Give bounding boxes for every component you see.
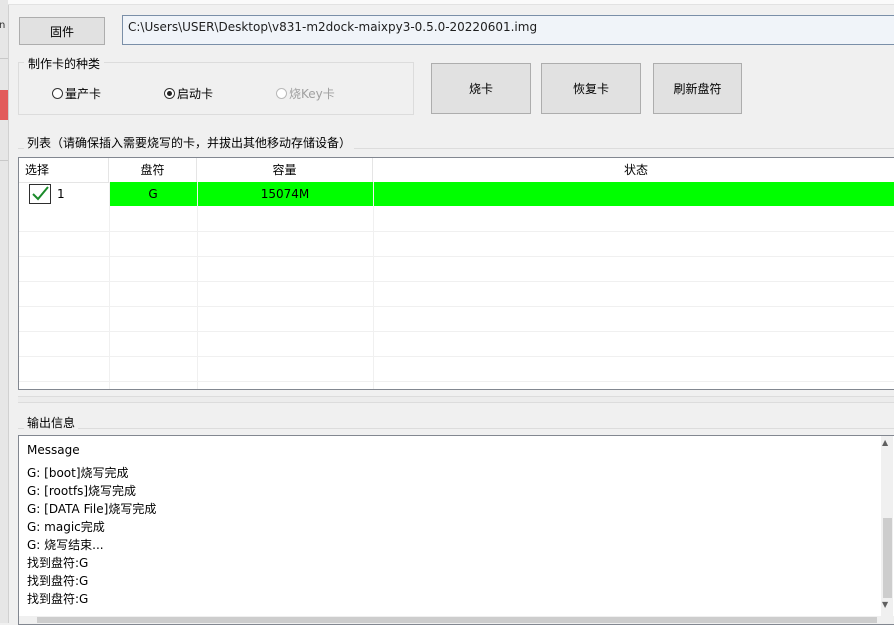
table-row[interactable]: 1 G 15074M — [19, 182, 894, 206]
log-line: 找到盘符:G — [27, 556, 89, 570]
radio-boot-card[interactable]: 启动卡 — [164, 85, 213, 102]
log-line: G: magic完成 — [27, 520, 105, 534]
card-type-title: 制作卡的种类 — [24, 55, 105, 72]
output-log[interactable]: Message G: [boot]烧写完成 G: [rootfs]烧写完成 G:… — [18, 435, 894, 625]
panel-splitter[interactable] — [18, 396, 894, 403]
row-index: 1 — [57, 187, 65, 201]
column-header-select[interactable]: 选择 — [19, 158, 109, 182]
log-line: G: [boot]烧写完成 — [27, 466, 129, 480]
restore-card-button[interactable]: 恢复卡 — [541, 63, 641, 114]
capacity-cell: 15074M — [197, 182, 373, 206]
log-line: G: [DATA File]烧写完成 — [27, 502, 157, 516]
column-header-capacity[interactable]: 容量 — [197, 158, 373, 182]
radio-indicator — [52, 88, 63, 99]
radio-key-card: 烧Key卡 — [276, 85, 335, 102]
log-line: 找到盘符:G — [27, 592, 89, 606]
adjacent-window-edge: n — [0, 0, 9, 623]
checkmark-icon — [32, 186, 49, 201]
output-title: 输出信息 — [24, 414, 79, 431]
radio-label: 启动卡 — [177, 87, 214, 101]
column-header-drive[interactable]: 盘符 — [109, 158, 197, 182]
log-line: Message — [27, 443, 80, 457]
burn-card-button[interactable]: 烧卡 — [431, 63, 531, 114]
radio-mass-production-card[interactable]: 量产卡 — [52, 85, 101, 102]
log-line: G: 烧写结束... — [27, 538, 104, 552]
status-cell — [373, 182, 894, 206]
scroll-down-icon[interactable]: ▼ — [882, 600, 888, 609]
log-line: G: [rootfs]烧写完成 — [27, 484, 137, 498]
device-table: 选择 盘符 容量 状态 1 G 15074M — [18, 157, 894, 390]
output-vertical-scrollbar[interactable]: ▲ ▼ — [881, 436, 893, 624]
radio-label: 烧Key卡 — [289, 87, 335, 101]
radio-indicator-selected — [164, 88, 175, 99]
scroll-up-icon[interactable]: ▲ — [882, 438, 888, 447]
device-list-title: 列表（请确保插入需要烧写的卡，并拔出其他移动存储设备） — [24, 134, 355, 151]
table-header: 选择 盘符 容量 状态 — [19, 158, 894, 183]
clipped-glyph: n — [0, 20, 6, 31]
firmware-button[interactable]: 固件 — [19, 17, 105, 45]
adjacent-window-highlight — [0, 90, 8, 120]
log-line: 找到盘符:G — [27, 574, 89, 588]
refresh-drives-button[interactable]: 刷新盘符 — [653, 63, 742, 114]
drive-cell: G — [109, 182, 197, 206]
scroll-thumb[interactable] — [37, 617, 877, 623]
radio-label: 量产卡 — [65, 87, 102, 101]
select-cell[interactable]: 1 — [19, 182, 109, 206]
radio-indicator — [276, 88, 287, 99]
firmware-path-field[interactable]: C:\Users\USER\Desktop\v831-m2dock-maixpy… — [122, 15, 894, 45]
row-checkbox[interactable] — [29, 184, 51, 204]
scroll-thumb[interactable] — [883, 518, 892, 598]
column-header-status[interactable]: 状态 — [373, 158, 894, 182]
